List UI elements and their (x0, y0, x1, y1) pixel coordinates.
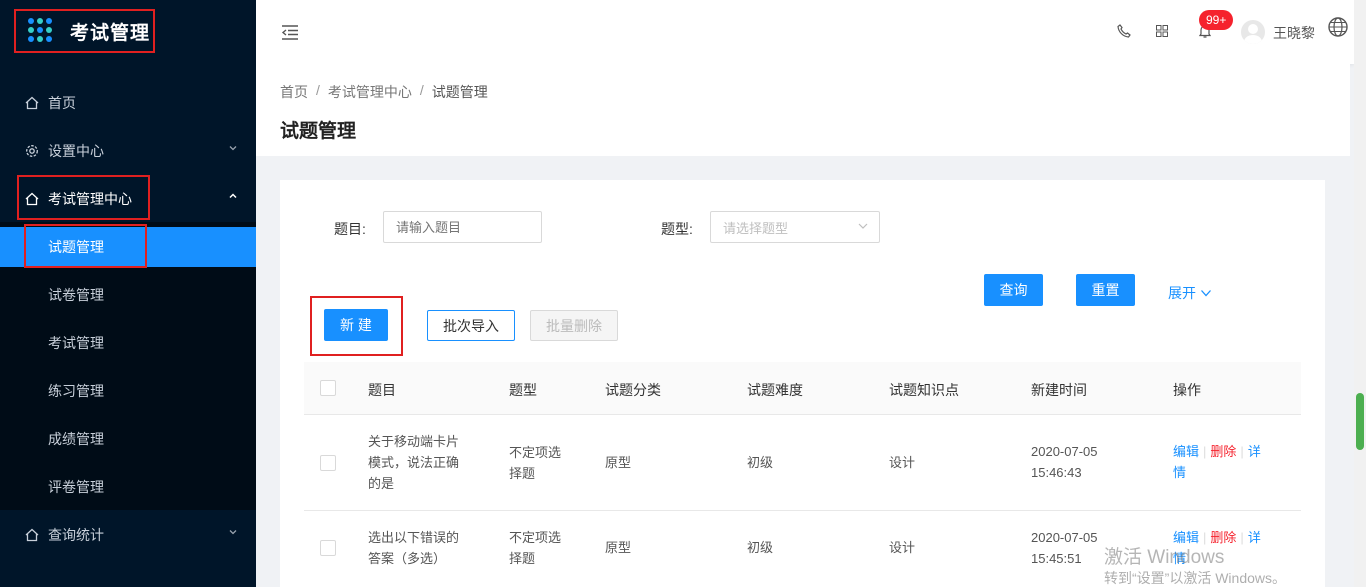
activation-watermark: 激活 Windows (1104, 547, 1225, 568)
vertical-scrollbar[interactable] (1354, 0, 1366, 587)
sidebar-subitem-exam-manage[interactable]: 考试管理 (0, 323, 256, 363)
sidebar-subitem-label: 试卷管理 (48, 287, 104, 303)
reset-button[interactable]: 重置 (1076, 274, 1135, 306)
sidebar-item-label: 考试管理中心 (48, 191, 132, 207)
cell-type: 不定项选 择题 (509, 530, 562, 566)
home-icon (24, 527, 40, 543)
new-button[interactable]: 新 建 (324, 309, 388, 341)
chevron-down-icon (857, 220, 869, 235)
batch-delete-button[interactable]: 批量删除 (530, 310, 618, 341)
cell-difficulty: 初级 (747, 540, 774, 555)
cell-type: 不定项选 择题 (509, 445, 562, 481)
sidebar-item-label: 设置中心 (48, 143, 104, 159)
home-icon (24, 95, 40, 111)
scrollbar-thumb[interactable] (1356, 393, 1364, 450)
sidebar-subitem-question-manage[interactable]: 试题管理 (0, 227, 256, 267)
app-title: 考试管理 (70, 22, 151, 44)
row-checkbox[interactable] (320, 540, 336, 556)
type-select[interactable]: 请选择题型 (710, 211, 880, 243)
sidebar-item-home[interactable]: 首页 (0, 79, 256, 127)
cell-category: 原型 (605, 540, 632, 555)
type-label: 题型: (661, 221, 693, 237)
sidebar-subitem-label: 评卷管理 (48, 479, 104, 495)
sidebar-subitem-score-manage[interactable]: 成绩管理 (0, 419, 256, 459)
sidebar-item-label: 首页 (48, 95, 76, 111)
breadcrumb: 首页 / 考试管理中心 / 试题管理 (280, 82, 488, 102)
action-separator: | (1240, 530, 1244, 545)
sidebar-subitem-practice-manage[interactable]: 练习管理 (0, 371, 256, 411)
app-logo[interactable]: 考试管理 (14, 9, 155, 53)
gear-icon (24, 143, 40, 159)
cell-created-time: 2020-07-05 15:46:43 (1031, 444, 1098, 480)
breadcrumb-separator: / (419, 82, 424, 98)
select-all-checkbox[interactable] (320, 380, 336, 396)
globe-icon[interactable] (1327, 16, 1349, 38)
detail-link[interactable]: 情 (1173, 465, 1186, 480)
column-header-title: 题目 (368, 382, 396, 398)
cell-created-time: 2020-07-05 15:45:51 (1031, 530, 1098, 566)
detail-link[interactable]: 详 (1248, 444, 1261, 459)
username[interactable]: 王晓黎 (1273, 23, 1315, 43)
action-separator: | (1203, 444, 1207, 459)
breadcrumb-separator: / (316, 82, 320, 98)
sidebar-item-settings[interactable]: 设置中心 (0, 127, 256, 175)
column-header-actions: 操作 (1173, 382, 1201, 398)
detail-link[interactable]: 详 (1248, 530, 1261, 545)
table-row: 关于移动端卡片 模式，说法正确 的是 不定项选 择题 原型 初级 设计 2020… (304, 415, 1301, 511)
question-input[interactable] (383, 211, 542, 243)
activation-watermark-subtext: 转到“设置”以激活 Windows。 (1104, 570, 1287, 586)
avatar[interactable] (1241, 20, 1265, 44)
chevron-down-icon (228, 527, 238, 540)
page-header: 首页 / 考试管理中心 / 试题管理 试题管理 (256, 64, 1350, 156)
chevron-up-icon (228, 191, 238, 204)
notification-badge: 99+ (1199, 10, 1234, 30)
row-checkbox[interactable] (320, 455, 336, 471)
column-header-difficulty: 试题难度 (747, 382, 803, 398)
type-select-placeholder: 请选择题型 (723, 220, 789, 236)
chevron-down-icon (228, 143, 238, 156)
question-label: 题目: (334, 221, 366, 237)
expand-link[interactable]: 展开 (1168, 283, 1212, 303)
cell-actions: 编辑 | 删除 | 详 情 (1173, 441, 1261, 483)
action-separator: | (1240, 444, 1244, 459)
expand-label: 展开 (1168, 285, 1196, 301)
top-header: 99+ 王晓黎 (256, 0, 1354, 64)
sidebar: 考试管理 首页 设置中心 考试管理中心 试题管理 试卷管理 考试管理 练习管理 … (0, 0, 256, 587)
sidebar-subitem-label: 试题管理 (48, 239, 104, 255)
cell-title: 选出以下错误的 答案（多选） (368, 530, 460, 566)
cell-category: 原型 (605, 455, 632, 470)
sidebar-subitem-label: 考试管理 (48, 335, 104, 351)
edit-link[interactable]: 编辑 (1173, 444, 1199, 459)
sidebar-item-statistics[interactable]: 查询统计 (0, 511, 256, 559)
chevron-down-icon (1200, 290, 1211, 297)
home-icon (24, 191, 40, 207)
sidebar-subitem-paper-manage[interactable]: 试卷管理 (0, 275, 256, 315)
delete-link[interactable]: 删除 (1210, 444, 1236, 459)
batch-import-button[interactable]: 批次导入 (427, 310, 515, 341)
cell-knowledge: 设计 (889, 540, 916, 555)
breadcrumb-current: 试题管理 (431, 84, 488, 100)
phone-icon[interactable] (1115, 22, 1133, 40)
breadcrumb-home[interactable]: 首页 (280, 82, 308, 102)
apps-grid-icon[interactable] (1153, 22, 1171, 40)
sidebar-subitem-grading-manage[interactable]: 评卷管理 (0, 467, 256, 507)
column-header-type: 题型 (509, 382, 537, 398)
table-header: 题目 题型 试题分类 试题难度 试题知识点 新建时间 操作 (304, 362, 1301, 415)
sidebar-item-label: 查询统计 (48, 527, 104, 543)
column-header-category: 试题分类 (605, 382, 661, 398)
sidebar-item-exam-center[interactable]: 考试管理中心 (0, 175, 256, 223)
sidebar-subitem-label: 练习管理 (48, 383, 104, 399)
cell-difficulty: 初级 (747, 455, 774, 470)
query-button[interactable]: 查询 (984, 274, 1043, 306)
cell-knowledge: 设计 (889, 455, 916, 470)
cell-title: 关于移动端卡片 模式，说法正确 的是 (368, 434, 460, 491)
column-header-knowledge: 试题知识点 (889, 382, 959, 398)
sidebar-subitem-label: 成绩管理 (48, 431, 104, 447)
column-header-created-time: 新建时间 (1031, 382, 1087, 398)
page-title: 试题管理 (280, 121, 357, 142)
breadcrumb-exam-center[interactable]: 考试管理中心 (328, 82, 412, 102)
app-grid-icon (28, 18, 54, 44)
menu-fold-icon[interactable] (280, 22, 300, 42)
